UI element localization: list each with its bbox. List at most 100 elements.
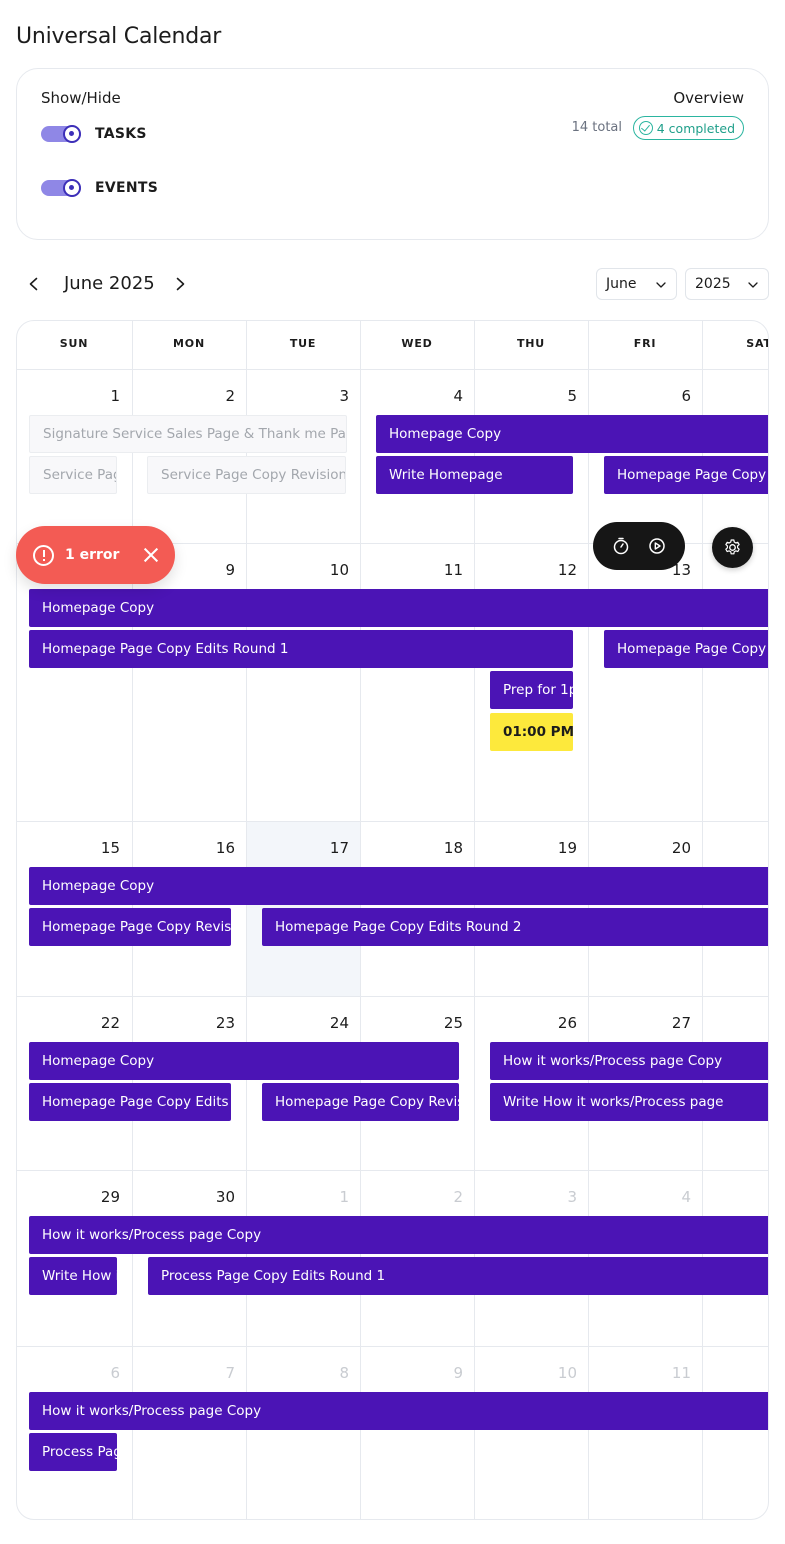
day-number[interactable]: 10 bbox=[246, 561, 360, 579]
play-circle-icon[interactable] bbox=[648, 537, 666, 555]
calendar-task[interactable]: Homepage Page Copy Edits Round 1 bbox=[29, 630, 573, 668]
toggle-knob bbox=[63, 179, 81, 197]
calendar-task[interactable]: Signature Service Sales Page & Thank me … bbox=[29, 415, 347, 453]
gear-icon bbox=[725, 539, 740, 555]
calendar-task[interactable]: How it works/Process page Copy bbox=[29, 1392, 768, 1430]
calendar-task[interactable]: How it works/Process page Copy bbox=[490, 1042, 768, 1080]
day-number[interactable]: 6 bbox=[17, 1364, 131, 1382]
day-number[interactable]: 10 bbox=[474, 1364, 588, 1382]
tasks-toggle[interactable] bbox=[41, 125, 81, 143]
calendar-task[interactable]: Homepage Page Copy Revision Round 1 bbox=[604, 630, 768, 668]
day-number[interactable]: 19 bbox=[474, 839, 588, 857]
calendar-task[interactable]: How it works/Process page Copy bbox=[29, 1216, 768, 1254]
day-number[interactable]: 9 bbox=[360, 1364, 474, 1382]
day-number[interactable]: 1 bbox=[17, 387, 131, 405]
calendar-task[interactable]: Homepage Copy bbox=[376, 415, 768, 453]
calendar-task[interactable]: Write How it works/Process page bbox=[29, 1257, 117, 1295]
check-circle-icon bbox=[638, 121, 653, 135]
show-hide-label: Show/Hide bbox=[41, 89, 121, 107]
day-number[interactable]: 7 bbox=[132, 1364, 246, 1382]
calendar-task[interactable]: Homepage Page Copy Edits Round 2 bbox=[29, 1083, 231, 1121]
row-divider bbox=[17, 821, 768, 822]
calendar-event[interactable]: 01:00 PM bbox=[490, 713, 573, 751]
year-select[interactable]: 2025 bbox=[685, 268, 769, 300]
calendar-task[interactable]: Process Page Copy Edits Round 1 bbox=[29, 1433, 117, 1471]
month-select[interactable]: June bbox=[596, 268, 677, 300]
day-number[interactable]: 4 bbox=[588, 1188, 702, 1206]
row-divider bbox=[17, 996, 768, 997]
day-number[interactable]: 11 bbox=[360, 561, 474, 579]
calendar-task[interactable]: Homepage Page Copy Edits Round 2 bbox=[262, 908, 768, 946]
day-number[interactable]: 20 bbox=[588, 839, 702, 857]
page-title: Universal Calendar bbox=[16, 24, 222, 49]
day-number[interactable]: 3 bbox=[246, 387, 360, 405]
current-month-label: June 2025 bbox=[64, 273, 155, 294]
day-number[interactable]: 22 bbox=[17, 1014, 131, 1032]
calendar-task[interactable]: Homepage Copy bbox=[29, 589, 768, 627]
settings-button[interactable] bbox=[712, 527, 753, 568]
day-number[interactable]: 4 bbox=[360, 387, 474, 405]
day-number[interactable]: 26 bbox=[474, 1014, 588, 1032]
day-number[interactable]: 8 bbox=[246, 1364, 360, 1382]
overview-title: Overview bbox=[673, 89, 744, 107]
row-divider bbox=[17, 369, 768, 370]
events-toggle-label: EVENTS bbox=[95, 180, 159, 196]
calendar-task[interactable]: Write Homepage bbox=[376, 456, 573, 494]
day-number[interactable]: 16 bbox=[132, 839, 246, 857]
day-number[interactable]: 27 bbox=[588, 1014, 702, 1032]
tasks-toggle-row: TASKS bbox=[41, 125, 147, 143]
day-number[interactable]: 25 bbox=[360, 1014, 474, 1032]
prev-month-button[interactable] bbox=[22, 272, 46, 296]
calendar-task[interactable]: Homepage Page Copy Edits Round 1 bbox=[604, 456, 768, 494]
timer-controls bbox=[593, 522, 685, 570]
events-toggle[interactable] bbox=[41, 179, 81, 197]
toggle-knob bbox=[63, 125, 81, 143]
close-icon[interactable] bbox=[143, 547, 159, 563]
day-number[interactable]: 23 bbox=[132, 1014, 246, 1032]
filter-overview-panel: Show/Hide TASKS EVENTS Overview 14 total… bbox=[16, 68, 769, 240]
error-count-text: 1 error bbox=[65, 547, 120, 563]
weekday-header: SAT bbox=[746, 337, 768, 350]
calendar-task[interactable]: Homepage Copy bbox=[29, 867, 768, 905]
calendar-task[interactable]: Homepage Page Copy Revision Round 2 bbox=[262, 1083, 459, 1121]
row-divider bbox=[17, 1170, 768, 1171]
day-number[interactable]: 17 bbox=[246, 839, 360, 857]
weekday-header: MON bbox=[173, 337, 205, 350]
total-count: 14 total bbox=[571, 120, 622, 135]
calendar-task[interactable]: Homepage Copy bbox=[29, 1042, 459, 1080]
calendar-task[interactable]: Write How it works/Process page bbox=[490, 1083, 768, 1121]
day-number[interactable]: 1 bbox=[246, 1188, 360, 1206]
day-number[interactable]: 12 bbox=[474, 561, 588, 579]
day-number[interactable]: 5 bbox=[474, 387, 588, 405]
chevron-left-icon bbox=[29, 277, 38, 291]
day-number[interactable]: 30 bbox=[132, 1188, 246, 1206]
day-number[interactable]: 6 bbox=[588, 387, 702, 405]
day-number[interactable]: 3 bbox=[474, 1188, 588, 1206]
month-navigation: June 2025 June 2025 bbox=[16, 264, 769, 304]
day-number[interactable]: 29 bbox=[17, 1188, 131, 1206]
weekday-header: FRI bbox=[633, 337, 657, 350]
calendar-grid: SUNMONTUEWEDTHUFRISAT1234569101112131516… bbox=[16, 320, 769, 1520]
calendar-task[interactable]: Service Page Copy Revision Round 2 bbox=[147, 456, 346, 494]
day-number[interactable]: 11 bbox=[588, 1364, 702, 1382]
error-toast[interactable]: 1 error bbox=[16, 526, 175, 584]
events-toggle-row: EVENTS bbox=[41, 179, 159, 197]
stopwatch-icon[interactable] bbox=[612, 537, 630, 555]
day-number[interactable]: 18 bbox=[360, 839, 474, 857]
calendar-task[interactable]: Service Page Copy Revision Round 2 bbox=[29, 456, 117, 494]
next-month-button[interactable] bbox=[168, 272, 192, 296]
calendar-task[interactable]: Process Page Copy Edits Round 1 bbox=[148, 1257, 768, 1295]
weekday-header: THU bbox=[516, 337, 546, 350]
alert-circle-icon bbox=[33, 544, 54, 566]
chevron-right-icon bbox=[176, 277, 185, 291]
completed-count: 4 completed bbox=[656, 120, 735, 136]
row-divider bbox=[17, 1346, 768, 1347]
month-select-value: June bbox=[606, 276, 637, 292]
calendar-task[interactable]: Homepage Page Copy Revision Round 1 bbox=[29, 908, 231, 946]
year-select-value: 2025 bbox=[695, 276, 731, 292]
calendar-task[interactable]: Prep for 1pm bbox=[490, 671, 573, 709]
day-number[interactable]: 24 bbox=[246, 1014, 360, 1032]
day-number[interactable]: 15 bbox=[17, 839, 131, 857]
day-number[interactable]: 2 bbox=[132, 387, 246, 405]
day-number[interactable]: 2 bbox=[360, 1188, 474, 1206]
